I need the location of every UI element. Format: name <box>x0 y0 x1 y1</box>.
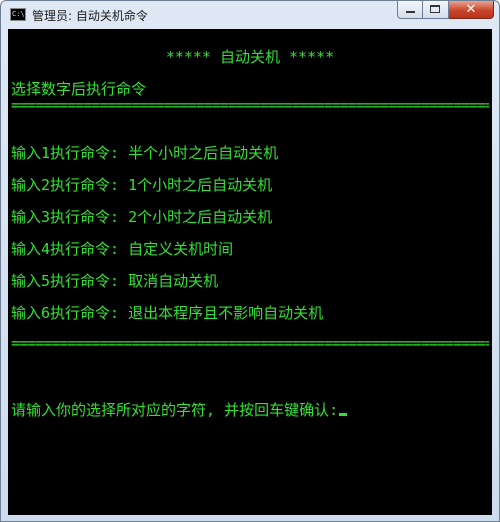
minimize-button[interactable] <box>397 1 423 19</box>
menu-option-5: 输入5执行命令: 取消自动关机 <box>11 272 219 290</box>
console-app-icon[interactable]: C:\ <box>10 8 26 21</box>
divider-top: ========================================… <box>11 96 489 114</box>
input-prompt: 请输入你的选择所对应的字符, 并按回车键确认: <box>11 401 339 419</box>
input-prompt-line[interactable]: 请输入你的选择所对应的字符, 并按回车键确认: <box>11 401 348 419</box>
minimize-icon <box>406 11 415 13</box>
menu-option-6: 输入6执行命令: 退出本程序且不影响自动关机 <box>11 304 324 322</box>
maximize-icon <box>430 5 440 13</box>
menu-option-2: 输入2执行命令: 1个小时之后自动关机 <box>11 176 273 194</box>
console-window: C:\ 管理员: 自动关机命令 ✕ ***** 自动关机 ***** 选择数字后… <box>0 0 500 522</box>
text-cursor <box>339 413 348 416</box>
console-output[interactable]: ***** 自动关机 ***** 选择数字后执行命令 =============… <box>8 29 492 515</box>
maximize-button[interactable] <box>423 1 449 19</box>
window-title: 管理员: 自动关机命令 <box>32 9 148 23</box>
menu-option-1: 输入1执行命令: 半个小时之后自动关机 <box>11 144 279 162</box>
menu-option-4: 输入4执行命令: 自定义关机时间 <box>11 240 234 258</box>
title-bar[interactable]: C:\ 管理员: 自动关机命令 ✕ <box>1 1 499 29</box>
close-icon: ✕ <box>465 2 477 17</box>
menu-option-3: 输入3执行命令: 2个小时之后自动关机 <box>11 208 273 226</box>
caption-buttons: ✕ <box>397 1 494 19</box>
menu-heading: ***** 自动关机 ***** <box>165 48 335 66</box>
close-button[interactable]: ✕ <box>449 1 494 19</box>
divider-bottom: ========================================… <box>11 334 489 352</box>
